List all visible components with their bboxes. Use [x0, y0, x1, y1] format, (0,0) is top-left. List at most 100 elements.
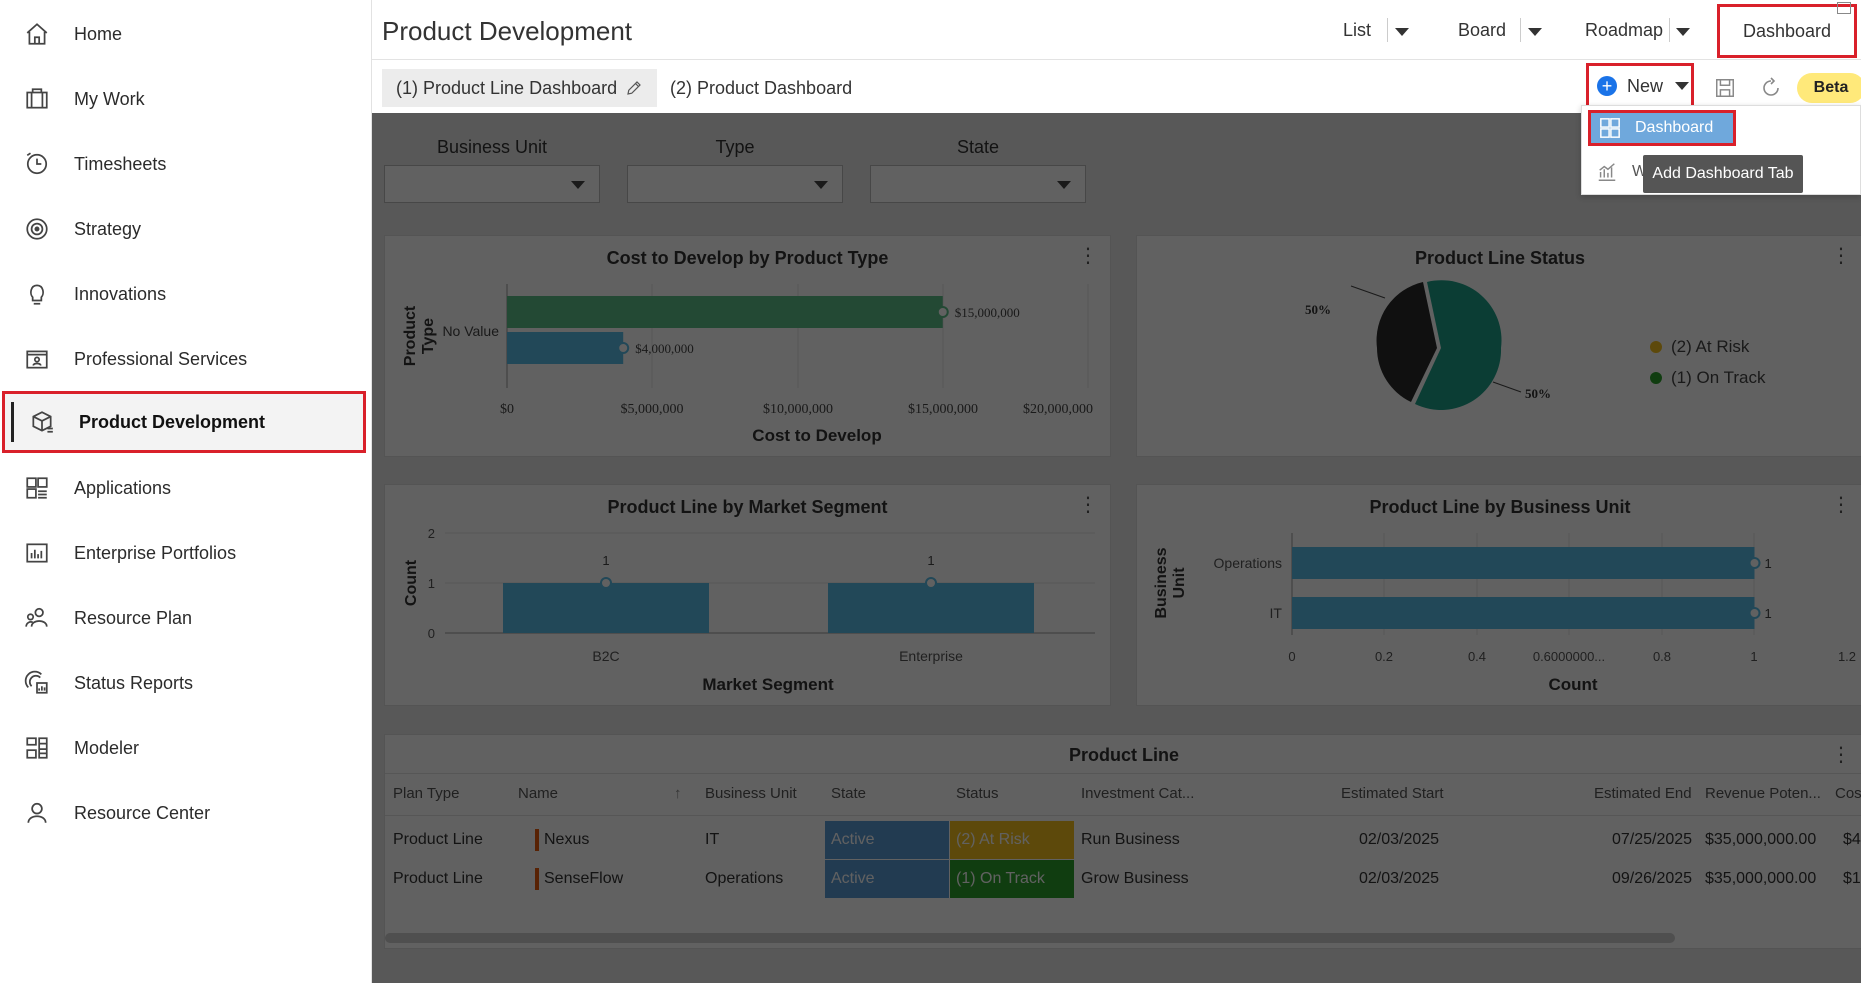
- bar-cost-big[interactable]: [507, 296, 943, 328]
- bar-operations[interactable]: [1292, 547, 1755, 579]
- cell-cost: $4: [1843, 831, 1861, 848]
- data-label: $15,000,000: [955, 305, 1020, 320]
- y-category-label: IT: [1270, 605, 1283, 621]
- x-tick-label: 1.2: [1838, 649, 1856, 664]
- chevron-down-icon: [1675, 82, 1690, 90]
- save-icon[interactable]: [1714, 77, 1736, 99]
- cell-name[interactable]: SenseFlow: [544, 870, 623, 888]
- clock-icon: [22, 149, 52, 179]
- tab-roadmap[interactable]: Roadmap: [1585, 20, 1663, 41]
- pie-label: 50%: [1525, 386, 1551, 401]
- sidebar-item-resource-plan[interactable]: Resource Plan: [0, 590, 372, 646]
- sidebar-item-innovations[interactable]: Innovations: [0, 266, 372, 322]
- x-tick-label: $20,000,000: [1023, 402, 1093, 417]
- chevron-down-icon[interactable]: [1676, 28, 1690, 36]
- y-category-label: No Value: [442, 323, 499, 339]
- column-header-revenue[interactable]: Revenue Poten...: [1705, 785, 1821, 802]
- dashboard-icon: [1600, 118, 1620, 138]
- column-header-cost[interactable]: Cos: [1835, 785, 1861, 802]
- type-select[interactable]: [627, 165, 843, 203]
- more-options-icon[interactable]: ⋮: [1831, 745, 1851, 765]
- tab-label: (1) Product Line Dashboard: [396, 77, 618, 98]
- cell-state: Active: [825, 821, 949, 859]
- sidebar-item-label: Resource Plan: [74, 607, 193, 628]
- new-label: New: [1627, 75, 1664, 96]
- menu-item-widget[interactable]: W: [1588, 154, 1647, 190]
- column-header-business-unit[interactable]: Business Unit: [705, 785, 797, 802]
- contact-card-icon: [22, 344, 52, 374]
- y-axis-title: ProductType: [402, 305, 437, 366]
- column-header-status[interactable]: Status: [956, 785, 999, 802]
- y-axis-title: BusinessUnit: [1153, 547, 1188, 618]
- cell-status: (1) On Track: [950, 860, 1074, 898]
- column-header-name[interactable]: Name: [518, 785, 558, 802]
- sidebar-item-resource-center[interactable]: Resource Center: [0, 785, 372, 841]
- sidebar-item-modeler[interactable]: Modeler: [0, 720, 372, 776]
- state-select[interactable]: [870, 165, 1086, 203]
- column-header-estimated-end[interactable]: Estimated End: [1594, 785, 1692, 802]
- x-axis-title: Market Segment: [702, 675, 834, 694]
- dashboard-area: Business Unit Type State Cost to Develop…: [372, 113, 1861, 983]
- bar-it[interactable]: [1292, 597, 1755, 629]
- window-restore-icon[interactable]: [1837, 2, 1851, 14]
- sidebar-item-label: Applications: [74, 477, 172, 498]
- tab-product-line-dashboard[interactable]: (1) Product Line Dashboard: [382, 69, 658, 107]
- x-axis-title: Cost to Develop: [752, 426, 881, 445]
- sidebar-item-status-reports[interactable]: Status Reports: [0, 655, 372, 711]
- x-tick-label: 0.8: [1653, 649, 1671, 664]
- data-point: [600, 577, 612, 589]
- new-button[interactable]: + New: [1586, 63, 1694, 109]
- briefcase-icon: [22, 84, 52, 114]
- sort-asc-icon[interactable]: ↑: [674, 785, 682, 802]
- target-icon: [22, 214, 52, 244]
- sidebar-item-my-work[interactable]: My Work: [0, 71, 372, 127]
- chevron-down-icon[interactable]: [1528, 28, 1542, 36]
- tab-dashboard[interactable]: Dashboard: [1717, 4, 1857, 58]
- horizontal-scrollbar[interactable]: [385, 933, 1675, 943]
- column-header-plan-type[interactable]: Plan Type: [393, 785, 459, 802]
- sidebar-item-applications[interactable]: Applications: [0, 460, 372, 516]
- refresh-icon[interactable]: [1759, 76, 1783, 100]
- sidebar-item-professional-services[interactable]: Professional Services: [0, 331, 372, 387]
- data-label: 1: [602, 553, 609, 568]
- sidebar-item-home[interactable]: Home: [0, 6, 372, 62]
- column-header-investment[interactable]: Investment Cat...: [1081, 785, 1194, 802]
- cell-investment: Grow Business: [1081, 870, 1189, 887]
- y-tick-label: 2: [428, 526, 435, 541]
- sidebar-item-label: Resource Center: [74, 802, 211, 823]
- menu-item-label: Dashboard: [1635, 119, 1714, 136]
- x-tick-label: Enterprise: [899, 648, 963, 664]
- tab-list[interactable]: List: [1343, 20, 1371, 41]
- sidebar-item-product-development[interactable]: Product Development: [2, 391, 366, 453]
- business-unit-select[interactable]: [384, 165, 600, 203]
- y-tick-label: 0: [428, 626, 435, 641]
- bar-chart-icon: [22, 538, 52, 568]
- chart-card-business-unit: Product Line by Business Unit ⋮ 1 1 Oper…: [1136, 484, 1861, 706]
- cell-name[interactable]: Nexus: [544, 831, 589, 849]
- column-header-estimated-start[interactable]: Estimated Start: [1341, 785, 1444, 802]
- chart-card-cost: Cost to Develop by Product Type ⋮ $15,00…: [384, 235, 1111, 457]
- bar-b2c[interactable]: [503, 583, 709, 633]
- x-axis-title: Count: [1548, 675, 1597, 694]
- modeler-icon: [22, 733, 52, 763]
- column-header-state[interactable]: State: [831, 785, 866, 802]
- sidebar-item-label: Professional Services: [74, 348, 248, 369]
- tab-product-dashboard[interactable]: (2) Product Dashboard: [656, 69, 866, 107]
- bar-enterprise[interactable]: [828, 583, 1034, 633]
- legend-at-risk[interactable]: (2) At Risk: [1671, 337, 1750, 356]
- tab-board[interactable]: Board: [1458, 20, 1506, 41]
- pencil-icon[interactable]: [625, 79, 643, 97]
- home-icon: [22, 19, 52, 49]
- sidebar-item-timesheets[interactable]: Timesheets: [0, 136, 372, 192]
- sidebar-item-strategy[interactable]: Strategy: [0, 201, 372, 257]
- x-tick-label: 0.4: [1468, 649, 1486, 664]
- cell-business-unit: IT: [705, 831, 720, 848]
- x-tick-label: B2C: [592, 648, 619, 664]
- chevron-down-icon[interactable]: [1395, 28, 1409, 36]
- bar-cost-small[interactable]: [507, 332, 624, 364]
- sidebar-item-enterprise-portfolios[interactable]: Enterprise Portfolios: [0, 525, 372, 581]
- y-category-label: Operations: [1214, 555, 1282, 571]
- legend-on-track[interactable]: (1) On Track: [1671, 368, 1766, 387]
- menu-item-dashboard[interactable]: Dashboard: [1588, 110, 1736, 146]
- sidebar-item-label: Status Reports: [74, 672, 194, 693]
